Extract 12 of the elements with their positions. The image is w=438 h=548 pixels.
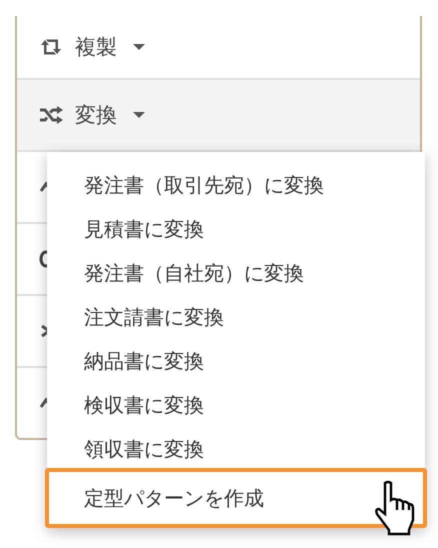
shuffle-icon [39, 106, 63, 124]
menu-item[interactable]: 検収書に変換 [47, 383, 425, 427]
repeat-icon [39, 38, 63, 56]
menu-item[interactable]: 領収書に変換 [47, 427, 425, 471]
menu-item[interactable]: 見積書に変換 [47, 207, 425, 251]
caret-icon [133, 44, 145, 50]
menu-item[interactable]: 発注書（取引先宛）に変換 [47, 163, 425, 207]
menu-item[interactable]: 納品書に変換 [47, 339, 425, 383]
menu-item[interactable]: 注文請書に変換 [47, 295, 425, 339]
dropdown-button[interactable]: 変換 [17, 80, 420, 152]
menu-item[interactable]: 発注書（自社宛）に変換 [47, 251, 425, 295]
caret-icon [133, 112, 145, 118]
